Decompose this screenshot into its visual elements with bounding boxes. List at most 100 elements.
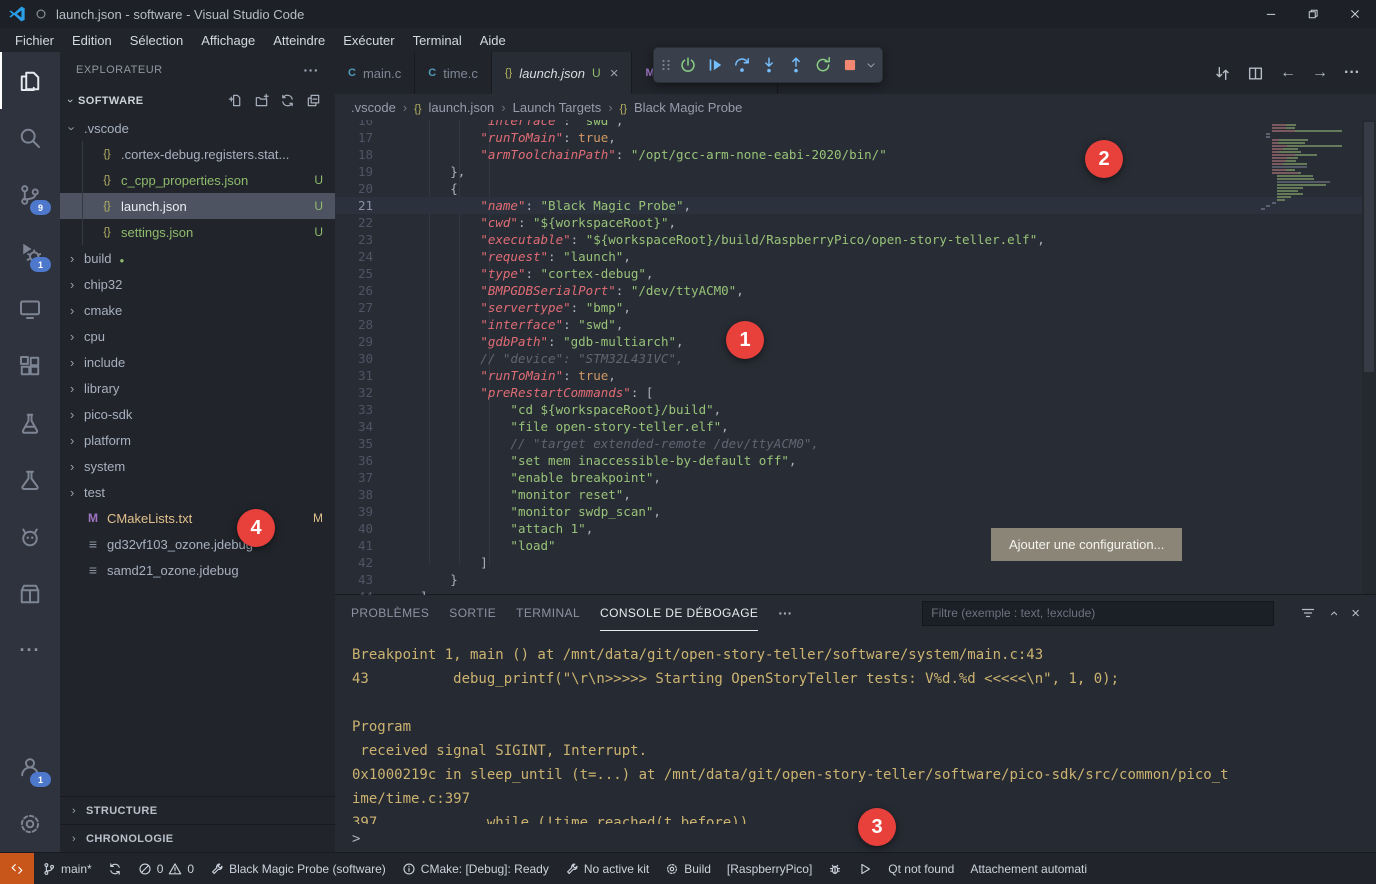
problems-item[interactable]: 00 [130, 853, 202, 884]
code-line-27[interactable]: 27 "servertype": "bmp", [335, 299, 1362, 316]
panel-more-icon[interactable] [778, 605, 792, 621]
menu-ex-cuter[interactable]: Exécuter [334, 33, 403, 48]
tree-item-chip32[interactable]: chip32 [60, 271, 335, 297]
code-line-29[interactable]: 29 "gdbPath": "gdb-multiarch", [335, 333, 1362, 350]
remote-indicator[interactable] [0, 853, 34, 884]
code-line-39[interactable]: 39 "monitor swdp_scan", [335, 503, 1362, 520]
breadcrumb-item-launch-targets[interactable]: Launch Targets [513, 100, 602, 115]
code-line-16[interactable]: 16 "interface": "swd", [335, 120, 1362, 129]
activity-account[interactable]: 1 [0, 738, 60, 795]
close-button[interactable] [1334, 0, 1376, 28]
debug-button-item[interactable] [820, 853, 850, 884]
go-forward-icon[interactable] [1312, 64, 1328, 82]
power-button[interactable] [675, 52, 701, 78]
minimap[interactable] [1256, 124, 1360, 211]
scrollbar-thumb[interactable] [1364, 122, 1374, 372]
code-line-33[interactable]: 33 "cd ${workspaceRoot}/build", [335, 401, 1362, 418]
git-branch-item[interactable]: main* [34, 853, 100, 884]
cmake-status-item[interactable]: CMake: [Debug]: Ready [394, 853, 557, 884]
code-line-35[interactable]: 35 // "target extended-remote /dev/ttyAC… [335, 435, 1362, 452]
tree-item-build[interactable]: build [60, 245, 335, 271]
menu-s-lection[interactable]: Sélection [121, 33, 192, 48]
panel-tab-console-de-d-bogage[interactable]: CONSOLE DE DÉBOGAGE [600, 595, 758, 631]
code-line-18[interactable]: 18 "armToolchainPath": "/opt/gcc-arm-non… [335, 146, 1362, 163]
code-line-22[interactable]: 22 "cwd": "${workspaceRoot}", [335, 214, 1362, 231]
menu-atteindre[interactable]: Atteindre [264, 33, 334, 48]
code-line-20[interactable]: 20 { [335, 180, 1362, 197]
tab-main-c[interactable]: main.c [335, 52, 415, 94]
restore-button[interactable] [1292, 0, 1334, 28]
collapse-all-icon[interactable] [306, 93, 321, 108]
activity-remote-explorer[interactable] [0, 280, 60, 337]
breadcrumb-item-black-magic-probe[interactable]: Black Magic Probe [634, 100, 742, 115]
tree-item-system[interactable]: system [60, 453, 335, 479]
cmake-kit-item[interactable]: No active kit [557, 853, 657, 884]
code-line-44[interactable]: 44 ] [335, 588, 1362, 595]
activity-platformio[interactable] [0, 508, 60, 565]
cmake-variant-item[interactable]: [RaspberryPico] [719, 853, 820, 884]
debug-console[interactable]: Breakpoint 1, main () at /mnt/data/git/o… [335, 635, 1362, 824]
go-back-icon[interactable] [1280, 64, 1296, 82]
compare-icon[interactable] [1214, 65, 1231, 82]
explorer-more-icon[interactable] [304, 62, 320, 78]
code-line-19[interactable]: 19 }, [335, 163, 1362, 180]
breadcrumb-item-vscode[interactable]: .vscode [351, 100, 396, 115]
debug-console-prompt[interactable]: > [352, 831, 360, 847]
tab-close-icon[interactable] [610, 65, 619, 82]
menu-terminal[interactable]: Terminal [404, 33, 471, 48]
menu-fichier[interactable]: Fichier [6, 33, 63, 48]
code-line-43[interactable]: 43 } [335, 571, 1362, 588]
activity-explorer[interactable] [0, 52, 60, 109]
launch-button-item[interactable] [850, 853, 880, 884]
panel-close-icon[interactable] [1351, 605, 1360, 622]
code-line-17[interactable]: 17 "runToMain": true, [335, 129, 1362, 146]
tree-item-cmake[interactable]: cmake [60, 297, 335, 323]
activity-source-control[interactable]: 9 [0, 166, 60, 223]
code-line-25[interactable]: 25 "type": "cortex-debug", [335, 265, 1362, 282]
tree-item-vscode[interactable]: .vscode [60, 115, 335, 141]
tree-item-cpu[interactable]: cpu [60, 323, 335, 349]
code-line-34[interactable]: 34 "file open-story-teller.elf", [335, 418, 1362, 435]
tree-item-samd21-ozone-jdebug[interactable]: samd21_ozone.jdebug [60, 557, 335, 583]
refresh-icon[interactable] [280, 93, 295, 108]
activity-run-debug[interactable]: 1 [0, 223, 60, 280]
tree-item-pico-sdk[interactable]: pico-sdk [60, 401, 335, 427]
breadcrumb-item-launch-json[interactable]: launch.json [429, 100, 495, 115]
tree-item-gd32vf103-ozone-jdebug[interactable]: gd32vf103_ozone.jdebug [60, 531, 335, 557]
split-editor-icon[interactable] [1247, 65, 1264, 82]
activity-settings[interactable] [0, 795, 60, 852]
code-line-30[interactable]: 30 // "device": "STM32L431VC", [335, 350, 1362, 367]
editor-more-icon[interactable] [1344, 64, 1360, 82]
code-line-40[interactable]: 40 "attach 1", [335, 520, 1362, 537]
debug-target-item[interactable]: Black Magic Probe (software) [202, 853, 394, 884]
qt-status-item[interactable]: Qt not found [880, 853, 962, 884]
activity-extensions[interactable] [0, 337, 60, 394]
add-configuration-button[interactable]: Ajouter une configuration... [991, 528, 1182, 561]
code-line-37[interactable]: 37 "enable breakpoint", [335, 469, 1362, 486]
code-line-28[interactable]: 28 "interface": "swd", [335, 316, 1362, 333]
activity-flask[interactable] [0, 451, 60, 508]
step-over-button[interactable] [729, 52, 755, 78]
code-line-41[interactable]: 41 "load" [335, 537, 1362, 554]
cmake-build-item[interactable]: Build [657, 853, 719, 884]
code-line-24[interactable]: 24 "request": "launch", [335, 248, 1362, 265]
filter-icon[interactable] [1300, 605, 1316, 621]
code-line-32[interactable]: 32 "preRestartCommands": [ [335, 384, 1362, 401]
tab-launch-json[interactable]: launch.jsonU [492, 52, 633, 94]
activity-package[interactable] [0, 565, 60, 622]
panel-tab-terminal[interactable]: TERMINAL [516, 595, 580, 631]
new-folder-icon[interactable] [254, 93, 269, 108]
new-file-icon[interactable] [228, 93, 243, 108]
activity-testing[interactable] [0, 394, 60, 451]
code-line-38[interactable]: 38 "monitor reset", [335, 486, 1362, 503]
panel-tab-probl-mes[interactable]: PROBLÈMES [351, 595, 429, 631]
menu-affichage[interactable]: Affichage [192, 33, 264, 48]
step-into-button[interactable] [756, 52, 782, 78]
stop-button[interactable] [837, 52, 863, 78]
code-line-31[interactable]: 31 "runToMain": true, [335, 367, 1362, 384]
panel-maximize-icon[interactable] [1325, 611, 1342, 616]
tree-item-library[interactable]: library [60, 375, 335, 401]
code-line-42[interactable]: 42 ] [335, 554, 1362, 571]
code-line-21[interactable]: 21 "name": "Black Magic Probe", [335, 197, 1362, 214]
section-structure[interactable]: STRUCTURE [60, 796, 335, 824]
